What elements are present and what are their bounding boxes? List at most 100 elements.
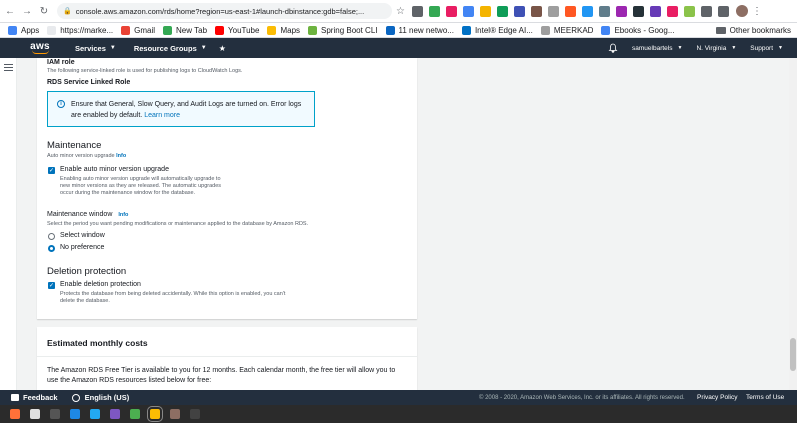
aws-console-header: aws Services ▼ Resource Groups ▼ ★ samue… xyxy=(0,38,797,58)
caret-down-icon: ▼ xyxy=(677,45,683,51)
auto-minor-version-desc-1: Enabling auto minor version upgrade will… xyxy=(60,176,221,182)
settings-icon[interactable] xyxy=(70,409,80,419)
extension-icon[interactable] xyxy=(598,5,610,17)
extension-icon[interactable] xyxy=(683,5,695,17)
bookmark-apps[interactable]: Apps xyxy=(8,25,39,35)
bookmark-meerkad[interactable]: MEERKAD xyxy=(540,25,593,35)
extension-icon[interactable] xyxy=(649,5,661,17)
select-window-label[interactable]: Select window xyxy=(60,232,105,239)
aws-logo[interactable]: aws xyxy=(28,42,52,54)
deletion-protection-title: Deletion protection xyxy=(47,266,127,277)
bookmark-intel[interactable]: Intel® Edge AI... xyxy=(461,25,533,35)
globe-icon xyxy=(71,393,80,402)
info-alert-text: Ensure that General, Slow Query, and Aud… xyxy=(71,101,302,119)
browser-toolbar: ← → ↻ 🔒 console.aws.amazon.com/rds/home?… xyxy=(0,0,797,23)
bookmarks-bar: Apps https://marke... Gmail New Tab YouT… xyxy=(0,23,797,38)
os-taskbar xyxy=(0,405,797,423)
no-preference-radio[interactable] xyxy=(48,245,55,252)
caret-down-icon: ▼ xyxy=(731,45,737,51)
address-bar[interactable]: 🔒 console.aws.amazon.com/rds/home?region… xyxy=(57,3,392,19)
terms-of-use-link[interactable]: Terms of Use xyxy=(746,394,784,401)
info-link[interactable]: Info xyxy=(118,212,128,218)
maintenance-title: Maintenance xyxy=(47,140,102,151)
extension-icon[interactable] xyxy=(547,5,559,17)
profile-avatar[interactable] xyxy=(735,5,748,17)
info-link[interactable]: Info xyxy=(116,153,126,159)
youtube-icon xyxy=(215,25,225,35)
bookmark-new-tab[interactable]: New Tab xyxy=(163,25,207,35)
caret-down-icon: ▼ xyxy=(778,45,783,51)
deletion-protection-desc-2: delete the database. xyxy=(60,298,110,304)
firefox-icon[interactable] xyxy=(10,409,20,419)
no-preference-label[interactable]: No preference xyxy=(60,244,104,251)
additional-configuration-panel: IAM role The following service-linked ro… xyxy=(37,58,417,319)
extension-icon[interactable] xyxy=(462,5,474,17)
iam-role-title: IAM role xyxy=(47,59,75,66)
support-menu[interactable]: Support ▼ xyxy=(750,45,783,52)
region-menu[interactable]: N. Virginia ▼ xyxy=(696,45,736,52)
extension-icon[interactable] xyxy=(632,5,644,17)
chrome-icon[interactable] xyxy=(147,406,163,422)
services-menu[interactable]: Services ▼ xyxy=(75,44,116,53)
select-window-radio[interactable] xyxy=(48,233,55,240)
extension-icon[interactable] xyxy=(666,5,678,17)
scrollbar-thumb[interactable] xyxy=(790,338,796,371)
extension-icon[interactable] xyxy=(615,5,627,17)
maintenance-window-label: Maintenance window Info xyxy=(47,211,129,218)
extension-icon[interactable] xyxy=(530,5,542,17)
privacy-policy-link[interactable]: Privacy Policy xyxy=(697,394,737,401)
auto-minor-version-label: Auto minor version upgrade Info xyxy=(47,153,127,159)
photos-icon[interactable] xyxy=(110,409,120,419)
intel-icon xyxy=(461,25,471,35)
page-scrollbar[interactable] xyxy=(789,58,797,390)
language-selector[interactable]: English (US) xyxy=(71,393,129,402)
other-bookmarks[interactable]: Other bookmarks xyxy=(715,26,791,35)
forward-icon[interactable]: → xyxy=(20,4,34,18)
learn-more-link[interactable]: Learn more xyxy=(144,112,180,119)
account-menu[interactable]: samuelbartels ▼ xyxy=(632,45,682,52)
deletion-protection-checkbox[interactable]: ✓ xyxy=(48,282,55,289)
spring-icon xyxy=(308,25,318,35)
extension-icon[interactable] xyxy=(428,5,440,17)
bookmark-network[interactable]: 11 new netwo... xyxy=(385,25,454,35)
deletion-protection-checkbox-label[interactable]: Enable deletion protection xyxy=(60,281,141,288)
hamburger-menu-icon[interactable] xyxy=(4,64,13,73)
iam-role-name: RDS Service Linked Role xyxy=(47,79,131,86)
back-icon[interactable]: ← xyxy=(3,4,17,18)
bookmark-star-icon[interactable]: ☆ xyxy=(396,6,405,17)
extension-icon[interactable] xyxy=(445,5,457,17)
feedback-button[interactable]: Feedback xyxy=(11,393,58,402)
chart-icon[interactable] xyxy=(130,409,140,419)
terminal-icon[interactable] xyxy=(50,409,60,419)
extension-icon[interactable] xyxy=(717,5,729,17)
maps-icon xyxy=(267,25,277,35)
auto-minor-version-checkbox[interactable]: ✓ xyxy=(48,167,55,174)
resource-groups-menu[interactable]: Resource Groups ▼ xyxy=(134,44,207,53)
auto-minor-version-checkbox-label[interactable]: Enable auto minor version upgrade xyxy=(60,166,169,173)
bookmark-gmail[interactable]: Gmail xyxy=(121,25,155,35)
kebab-menu-icon[interactable]: ⋮ xyxy=(752,6,762,17)
extension-icon[interactable] xyxy=(479,5,491,17)
extension-icon[interactable] xyxy=(411,5,423,17)
puzzle-icon[interactable] xyxy=(700,5,712,17)
auto-minor-version-desc-3: occur during the maintenance window for … xyxy=(60,190,196,196)
bookmark-maps[interactable]: Maps xyxy=(267,25,300,35)
url-text: console.aws.amazon.com/rds/home?region=u… xyxy=(75,6,365,16)
reload-icon[interactable]: ↻ xyxy=(37,4,51,18)
bell-icon[interactable] xyxy=(608,43,618,53)
bookmark-spring-boot[interactable]: Spring Boot CLI xyxy=(308,25,378,35)
gimp-icon[interactable] xyxy=(170,409,180,419)
extension-icon[interactable] xyxy=(513,5,525,17)
extension-icon[interactable] xyxy=(581,5,593,17)
bookmark-marketing[interactable]: https://marke... xyxy=(47,25,113,35)
bookmark-ebooks[interactable]: Ebooks - Goog... xyxy=(601,25,674,35)
bookmark-youtube[interactable]: YouTube xyxy=(215,25,259,35)
files-icon[interactable] xyxy=(30,409,40,419)
vscode-icon[interactable] xyxy=(90,409,100,419)
monitor-icon[interactable] xyxy=(190,409,200,419)
pin-icon[interactable]: ★ xyxy=(219,44,226,53)
auto-minor-version-desc-2: new minor versions as they are released.… xyxy=(60,183,222,189)
extension-icon[interactable] xyxy=(496,5,508,17)
extension-icon[interactable] xyxy=(564,5,576,17)
meerkad-icon xyxy=(540,25,550,35)
